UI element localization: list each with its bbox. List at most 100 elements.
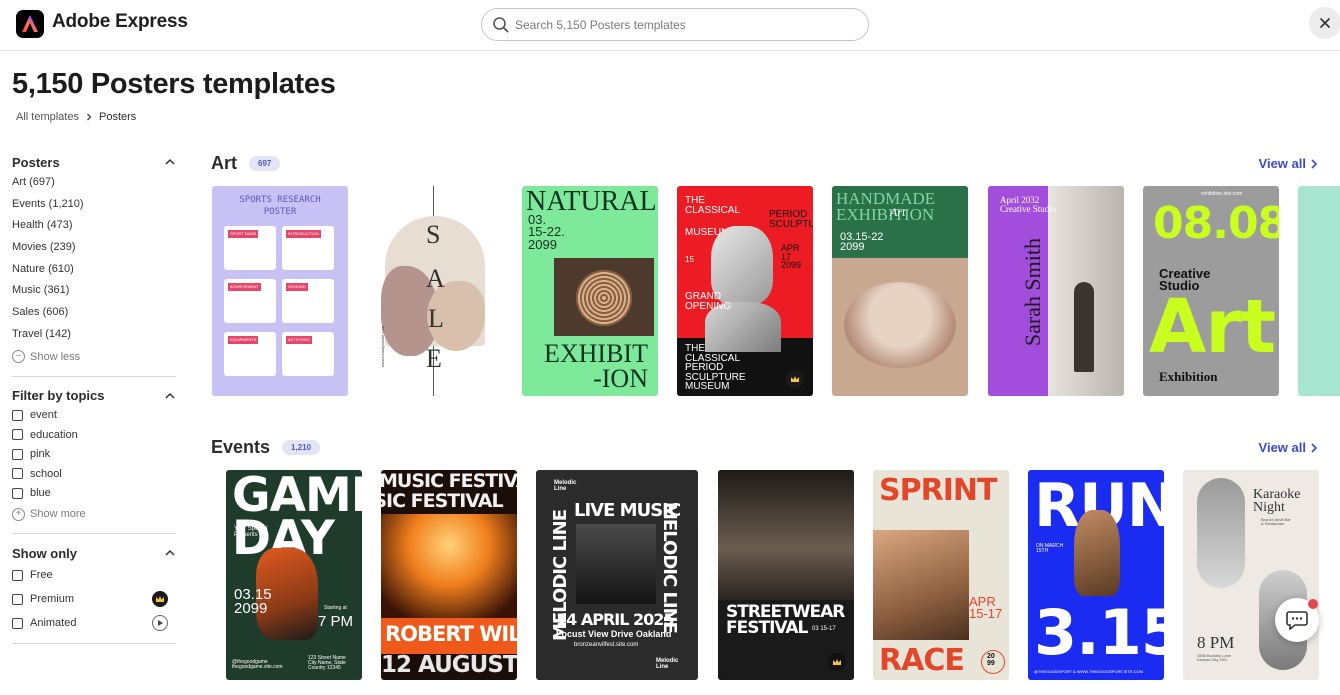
checkbox[interactable] [12, 429, 23, 441]
posters-section-header[interactable]: Posters [12, 152, 176, 172]
category-music[interactable]: Music (361) [12, 280, 176, 302]
count-badge: 1,210 [282, 440, 321, 455]
template-card-sarah-smith[interactable]: April 2032 Creative Studio Sarah Smith [988, 186, 1124, 396]
card-photo [718, 470, 854, 600]
row-title-art: Art [211, 153, 237, 173]
topic-checkbox-education[interactable]: education [12, 425, 176, 445]
template-card-sports-research[interactable]: SPORTS RESEARCH POSTER SPORT NAME INTROD… [212, 186, 348, 396]
checkbox[interactable] [12, 468, 23, 480]
card-tag: EQUIPMENTS [228, 336, 259, 344]
minus-circle-icon: − [12, 350, 25, 363]
template-card-run[interactable]: RUN ON MARCH 15TH 3.15 @THEGOODSPORT & W… [1028, 470, 1164, 680]
checkbox[interactable] [12, 448, 23, 460]
category-movies[interactable]: Movies (239) [12, 237, 176, 259]
card-text: exhibition.site.com [1201, 191, 1243, 197]
template-card-partial[interactable] [1298, 186, 1340, 396]
topics-heading: Filter by topics [12, 388, 105, 403]
template-card-classical-museum[interactable]: THE CLASSICAL PERIOD SCULPTURE MUSEUM 15… [677, 186, 813, 396]
card-text: SPRINT [879, 473, 997, 508]
breadcrumb: All templates Posters [16, 111, 136, 123]
topic-checkbox-event[interactable]: event [12, 406, 176, 426]
topics-section-header[interactable]: Filter by topics [12, 386, 176, 406]
card-text: Melodic Line [656, 658, 679, 670]
filter-animated[interactable]: Animated [12, 611, 176, 635]
brand-name[interactable]: Adobe Express [52, 11, 188, 33]
breadcrumb-all-templates[interactable]: All templates [16, 111, 79, 123]
chat-icon [1286, 611, 1308, 630]
adobe-express-logo-icon[interactable] [16, 10, 44, 38]
checkbox[interactable] [12, 487, 23, 499]
category-travel[interactable]: Travel (142) [12, 324, 176, 346]
show-only-section-header[interactable]: Show only [12, 543, 176, 563]
template-card-music-festival[interactable]: MUSIC FESTIVAL MUSIC FESTIVAL ROBERT WIL… [381, 470, 517, 680]
card-text: HANDMADE EXHIBITION [836, 189, 936, 225]
row-title-events: Events [211, 437, 271, 457]
view-all-label: View all [1258, 440, 1306, 455]
template-card-sale[interactable]: S A L E www.beautyartsite.com [367, 186, 503, 396]
topic-checkbox-blue[interactable]: blue [12, 484, 176, 504]
checkbox[interactable] [12, 409, 23, 421]
template-card-natural-exhibition[interactable]: NATURAL 03. 15-22. 2099 EXHIBIT -ION [522, 186, 658, 396]
search-bar[interactable] [481, 8, 869, 41]
topic-checkbox-school[interactable]: school [12, 464, 176, 484]
card-text: MUSIC FESTIVAL [381, 490, 504, 512]
view-all-events-link[interactable]: View all [1259, 440, 1318, 455]
view-all-art-link[interactable]: View all [1259, 156, 1318, 171]
filter-free[interactable]: Free [12, 563, 176, 587]
card-text: Bronze Anvil Bar & Restaurant [1261, 517, 1291, 526]
topic-checkbox-pink[interactable]: pink [12, 445, 176, 465]
card-text: @THEGOODSPORT & WWW.THEGOODSPORT.SITE.CO… [1034, 669, 1143, 674]
top-bar: Adobe Express [0, 0, 1340, 51]
template-card-game-day[interactable]: GAME DAY Your Special Presents 03.15 209… [226, 470, 362, 680]
card-text: www.beautyartsite.com [380, 326, 385, 368]
card-text: Art [1149, 284, 1276, 370]
card-figure [1074, 282, 1094, 372]
template-card-creative-studio-art[interactable]: 08.08 exhibition.site.com Creative Studi… [1143, 186, 1279, 396]
card-text: E [426, 344, 442, 373]
count-badge: 697 [249, 156, 281, 171]
show-less-button[interactable]: − Show less [12, 346, 176, 368]
card-photo [576, 524, 656, 604]
category-nature[interactable]: Nature (610) [12, 259, 176, 281]
checkbox[interactable] [12, 569, 23, 581]
category-health[interactable]: Health (473) [12, 215, 176, 237]
card-text: 03 15-17 [812, 626, 836, 632]
search-input[interactable] [515, 15, 855, 35]
chevron-right-icon [1311, 158, 1318, 169]
template-card-karaoke-night[interactable]: Karaoke Night Bronze Anvil Bar & Restaur… [1183, 470, 1319, 680]
category-art[interactable]: Art (697) [12, 172, 176, 194]
card-text: THE CLASSICAL [685, 195, 741, 216]
show-more-button[interactable]: + Show more [12, 503, 176, 525]
topic-label: pink [30, 448, 51, 461]
card-text: 1556 Buckley Lane Kansas City, MO [1197, 653, 1232, 662]
topic-label: event [30, 409, 57, 422]
card-text: L [428, 304, 444, 333]
checkbox[interactable] [12, 593, 23, 605]
close-button[interactable] [1309, 7, 1340, 39]
filter-label: Premium [30, 593, 75, 605]
topic-label: school [30, 467, 62, 480]
filter-premium[interactable]: Premium [12, 587, 176, 611]
card-text: Sarah Smith [1020, 238, 1045, 347]
card-text: Starting at [324, 605, 347, 611]
template-card-handmade-exhibition[interactable]: HANDMADE EXHIBITION Art 03.15-22 2099 [832, 186, 968, 396]
checkbox[interactable] [12, 617, 23, 629]
notification-dot [1308, 599, 1318, 609]
card-text: Locust View Drive Oakland [556, 629, 672, 639]
template-card-melodic-line[interactable]: Melodic Line LIVE MUSIC MELODIC LINE MEL… [536, 470, 698, 680]
chevron-up-icon [165, 392, 175, 399]
card-text: THE CLASSICAL PERIOD SCULPTURE MUSEUM [685, 343, 746, 392]
card-text: 08.08 [1153, 198, 1279, 249]
chevron-right-icon [87, 113, 92, 121]
divider [12, 643, 176, 644]
category-events[interactable]: Events (1,210) [12, 194, 176, 216]
filter-label: Animated [30, 617, 77, 629]
breadcrumb-current: Posters [98, 111, 137, 123]
template-card-streetwear-festival[interactable]: STREETWEAR FESTIVAL 03 15-17 [718, 470, 854, 680]
chat-button[interactable] [1275, 598, 1319, 642]
topic-label: education [30, 428, 78, 441]
close-icon [1319, 17, 1331, 29]
category-sales[interactable]: Sales (606) [12, 302, 176, 324]
template-card-sprint-race[interactable]: SPRINT APR 15-17 RACE 20 99 [873, 470, 1009, 680]
card-text: April 2032 Creative Studio [1000, 195, 1057, 215]
